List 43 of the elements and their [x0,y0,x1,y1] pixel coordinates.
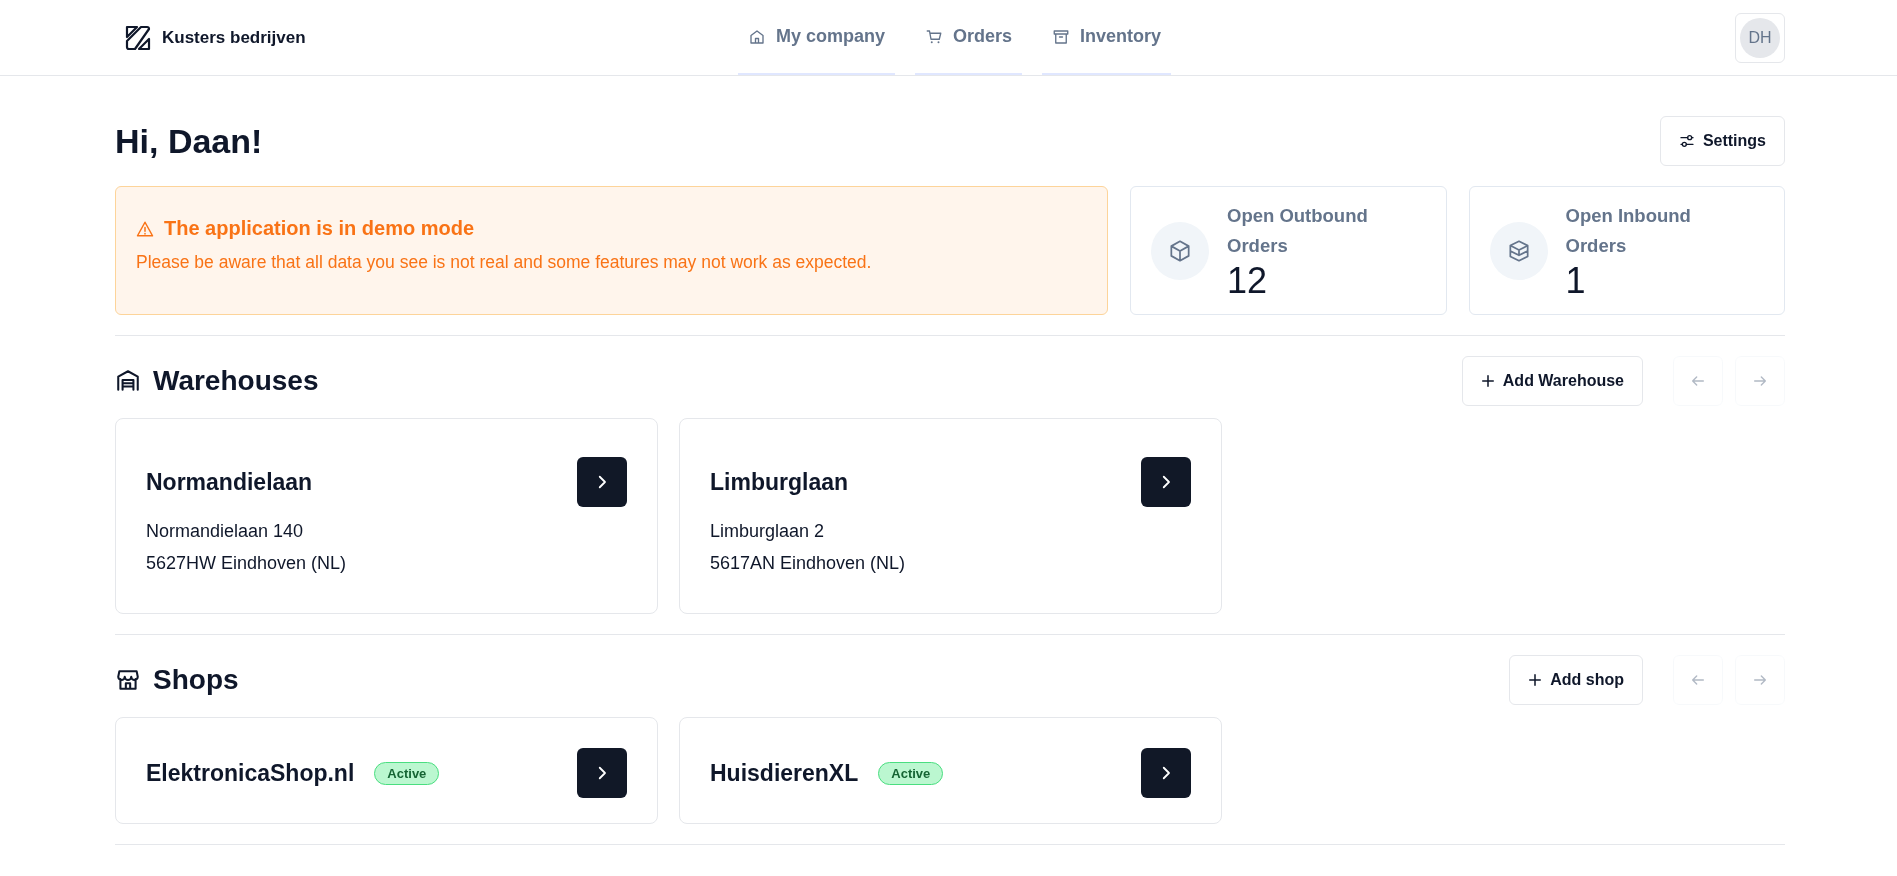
plus-icon [1480,374,1495,388]
card-title: ElektronicaShop.nl [146,759,355,787]
open-button[interactable] [577,457,627,507]
add-button[interactable]: Add Warehouse [1461,356,1643,406]
store-icon [115,667,141,693]
nav-tab[interactable]: My company [737,0,895,75]
status-badge: Active [374,761,440,785]
address-line: 5627HW Eindhoven (NL) [146,552,348,575]
open-button[interactable] [1141,457,1191,507]
address-line: Normandielaan 140 [146,520,305,543]
open-button[interactable] [1141,748,1191,798]
address-line: Limburglaan 2 [710,520,826,543]
banner-message: Please be aware that all data you see is not real and some features may not work as expected. [136,252,873,273]
status-badge: Active [878,761,944,785]
banner-title: The application is in demo mode [164,217,475,240]
stat-value: 12 [1227,260,1269,301]
address-line: 5617AN Eindhoven (NL) [710,552,907,575]
card-title: Limburglaan [710,468,848,496]
logo-icon [124,23,152,52]
open-button[interactable] [577,748,627,798]
section-title: Shops [153,664,240,696]
add-button[interactable]: Add shop [1509,655,1643,705]
archive-icon [1052,27,1070,46]
arrow-right-icon [1752,373,1768,389]
arrow-left-icon [1690,672,1706,688]
arrow-right-icon [1752,672,1768,688]
sliders-icon [1678,133,1695,149]
nav-tab[interactable]: Inventory [1042,0,1172,75]
section-title: Warehouses [153,365,320,397]
plus-icon [1528,673,1543,687]
card-title: Normandielaan [146,468,313,496]
warehouse-icon [115,368,141,394]
stat-label: Open Inbound Orders [1565,203,1692,258]
nav-tab[interactable]: Orders [915,0,1022,75]
warning-icon [136,219,154,238]
stat-label: Open Outbound Orders [1227,203,1369,258]
card-title: HuisdierenXL [710,759,859,787]
cart-icon [925,27,943,46]
brand-name: Kusters bedrijven [162,27,306,48]
stat-value: 1 [1565,260,1587,301]
arrow-left-icon [1690,373,1706,389]
greeting-heading: Hi, Daan! [115,121,263,161]
settings-button[interactable]: Settings [1659,116,1785,166]
